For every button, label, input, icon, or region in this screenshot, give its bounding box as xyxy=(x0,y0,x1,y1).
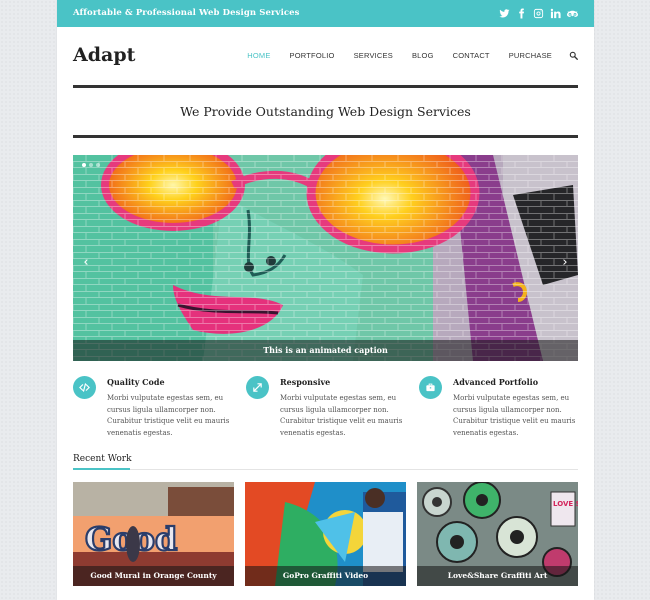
briefcase-icon xyxy=(419,376,442,399)
expand-icon xyxy=(246,376,269,399)
slide-caption: This is an animated caption xyxy=(73,340,578,361)
bottom-divider xyxy=(73,135,578,138)
main-nav: HOME PORTFOLIO SERVICES BLOG CONTACT PUR… xyxy=(228,51,578,60)
tripadvisor-icon[interactable] xyxy=(567,8,578,19)
code-icon xyxy=(73,376,96,399)
feature-title: Advanced Portfolio xyxy=(453,377,539,387)
search-icon[interactable] xyxy=(569,51,578,60)
page-frame: Affortable & Professional Web Design Ser… xyxy=(57,0,594,600)
social-links xyxy=(499,7,578,20)
recent-work-divider xyxy=(73,469,578,470)
portfolio-caption: Good Mural in Orange County xyxy=(73,566,234,586)
tagline: Affortable & Professional Web Design Ser… xyxy=(73,8,300,18)
nav-item-portfolio[interactable]: PORTFOLIO xyxy=(290,51,335,60)
portfolio-caption: GoPro Graffiti Video xyxy=(245,566,406,586)
feature-title: Quality Code xyxy=(107,377,165,387)
chevron-right-icon[interactable]: › xyxy=(559,256,571,270)
site-logo[interactable]: Adapt xyxy=(73,44,135,66)
recent-work-accent xyxy=(73,468,130,470)
hero-slider[interactable]: ‹ › This is an animated caption xyxy=(73,155,578,361)
portfolio-item[interactable]: GoPro Graffiti Video xyxy=(245,482,406,586)
feature-title: Responsive xyxy=(280,377,331,387)
portfolio-item[interactable]: Good Good Mural in Orange County xyxy=(73,482,234,586)
slide-dot[interactable] xyxy=(96,163,100,167)
feature-advanced-portfolio: Advanced Portfolio Morbi vulputate egest… xyxy=(419,376,579,437)
page-headline: We Provide Outstanding Web Design Servic… xyxy=(180,104,471,119)
top-bar: Affortable & Professional Web Design Ser… xyxy=(57,0,594,27)
nav-item-contact[interactable]: CONTACT xyxy=(453,51,490,60)
slide-dot[interactable] xyxy=(82,163,86,167)
feature-body: Morbi vulputate egestas sem, eu cursus l… xyxy=(107,394,230,437)
linkedin-icon[interactable] xyxy=(550,8,561,19)
instagram-icon[interactable] xyxy=(533,8,544,19)
feature-body: Morbi vulputate egestas sem, eu cursus l… xyxy=(453,394,576,437)
feature-quality-code: Quality Code Morbi vulputate egestas sem… xyxy=(73,376,233,437)
slide-image xyxy=(73,155,578,361)
feature-responsive: Responsive Morbi vulputate egestas sem, … xyxy=(246,376,406,437)
twitter-icon[interactable] xyxy=(499,8,510,19)
chevron-left-icon[interactable]: ‹ xyxy=(80,256,92,270)
portfolio-item[interactable]: LOVE SHARE Love&Share Graffiti Art xyxy=(417,482,578,586)
mural-text: LOVE SHARE xyxy=(553,500,578,508)
slide-dot[interactable] xyxy=(89,163,93,167)
recent-work-heading: Recent Work xyxy=(73,454,132,464)
features-row: Quality Code Morbi vulputate egestas sem… xyxy=(73,376,579,437)
facebook-icon[interactable] xyxy=(516,8,527,19)
nav-item-purchase[interactable]: PURCHASE xyxy=(509,51,552,60)
feature-body: Morbi vulputate egestas sem, eu cursus l… xyxy=(280,394,403,437)
nav-item-services[interactable]: SERVICES xyxy=(354,51,393,60)
top-divider xyxy=(73,85,578,88)
nav-item-blog[interactable]: BLOG xyxy=(412,51,434,60)
nav-item-home[interactable]: HOME xyxy=(247,51,270,60)
recent-work-grid: Good Good Mural in Orange County GoPro G… xyxy=(73,482,578,586)
slider-pagination xyxy=(82,163,100,167)
portfolio-caption: Love&Share Graffiti Art xyxy=(417,566,578,586)
